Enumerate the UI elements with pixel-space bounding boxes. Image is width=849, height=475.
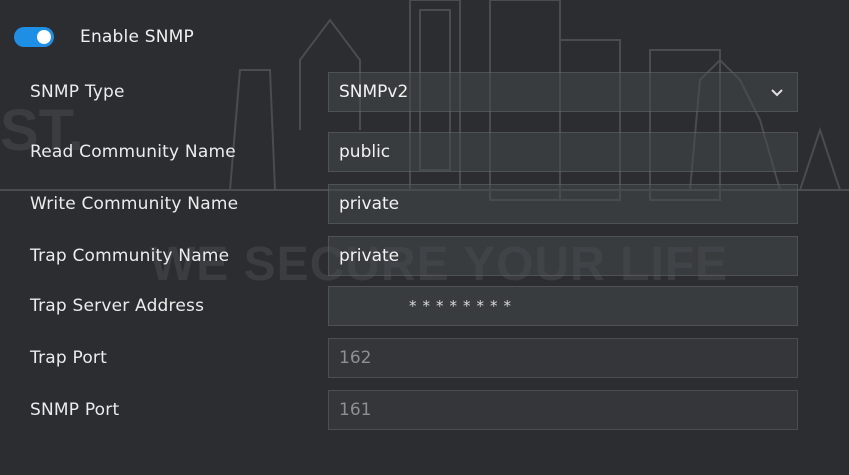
trap-server-label: Trap Server Address	[30, 296, 205, 316]
snmp-type-value: SNMPv2	[339, 82, 409, 102]
snmp-type-label: SNMP Type	[30, 82, 125, 102]
read-community-input[interactable]: public	[328, 132, 798, 172]
read-community-label: Read Community Name	[30, 142, 236, 162]
toggle-knob	[37, 30, 51, 44]
trap-community-label: Trap Community Name	[30, 246, 230, 266]
write-community-value: private	[339, 194, 400, 214]
trap-community-input[interactable]: private	[328, 236, 798, 276]
trap-port-input[interactable]: 162	[328, 338, 798, 378]
enable-snmp-row: Enable SNMP	[14, 24, 194, 50]
trap-port-row: Trap Port 162	[30, 336, 800, 380]
write-community-row: Write Community Name private	[30, 182, 800, 226]
enable-snmp-toggle[interactable]	[14, 27, 54, 47]
snmp-settings-panel: Enable SNMP SNMP Type SNMPv2 Read Commun…	[0, 0, 849, 475]
trap-community-row: Trap Community Name private	[30, 234, 800, 278]
trap-port-value: 162	[339, 348, 372, 368]
trap-port-label: Trap Port	[30, 348, 107, 368]
write-community-label: Write Community Name	[30, 194, 239, 214]
snmp-port-input[interactable]: 161	[328, 390, 798, 430]
enable-snmp-label: Enable SNMP	[80, 27, 194, 47]
write-community-input[interactable]: private	[328, 184, 798, 224]
read-community-row: Read Community Name public	[30, 130, 800, 174]
read-community-value: public	[339, 142, 391, 162]
snmp-type-select[interactable]: SNMPv2	[328, 72, 798, 112]
trap-server-value: ********	[409, 297, 517, 315]
trap-server-input[interactable]: ********	[328, 286, 798, 326]
snmp-port-row: SNMP Port 161	[30, 388, 800, 432]
trap-server-row: Trap Server Address ********	[30, 284, 800, 328]
trap-community-value: private	[339, 246, 400, 266]
snmp-port-label: SNMP Port	[30, 400, 120, 420]
snmp-type-row: SNMP Type SNMPv2	[30, 70, 800, 114]
chevron-down-icon	[771, 89, 783, 97]
snmp-port-value: 161	[339, 400, 372, 420]
